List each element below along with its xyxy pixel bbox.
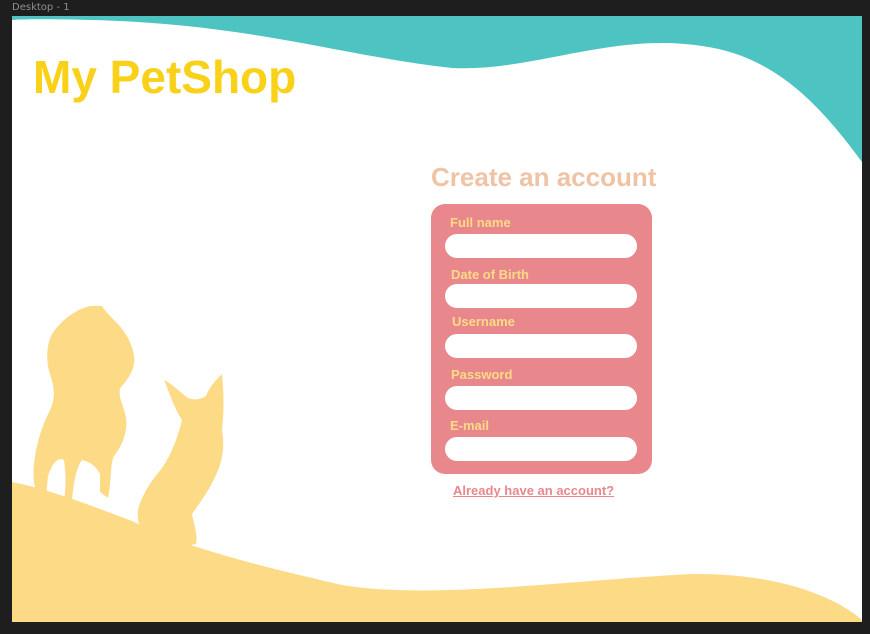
sand-wave (12, 482, 862, 622)
dog-silhouette-icon (33, 305, 135, 500)
cat-silhouette-icon (137, 374, 224, 548)
brand-logo: My PetShop (33, 51, 297, 103)
password-input[interactable] (445, 386, 637, 410)
full-name-label: Full name (450, 215, 511, 230)
registration-form: Full name Date of Birth Username Passwor… (431, 204, 652, 474)
date-of-birth-label: Date of Birth (451, 267, 529, 282)
email-input[interactable] (445, 437, 637, 461)
form-title: Create an account (431, 162, 657, 192)
date-of-birth-input[interactable] (445, 284, 637, 308)
sign-in-link[interactable]: Already have an account? (453, 483, 614, 498)
username-label: Username (452, 314, 515, 329)
frame-label: Desktop - 1 (12, 2, 70, 13)
username-input[interactable] (445, 334, 637, 358)
password-label: Password (451, 367, 513, 382)
desktop-frame: My PetShop Create an account Full name D… (12, 16, 862, 622)
full-name-input[interactable] (445, 234, 637, 258)
email-label: E-mail (450, 418, 490, 433)
